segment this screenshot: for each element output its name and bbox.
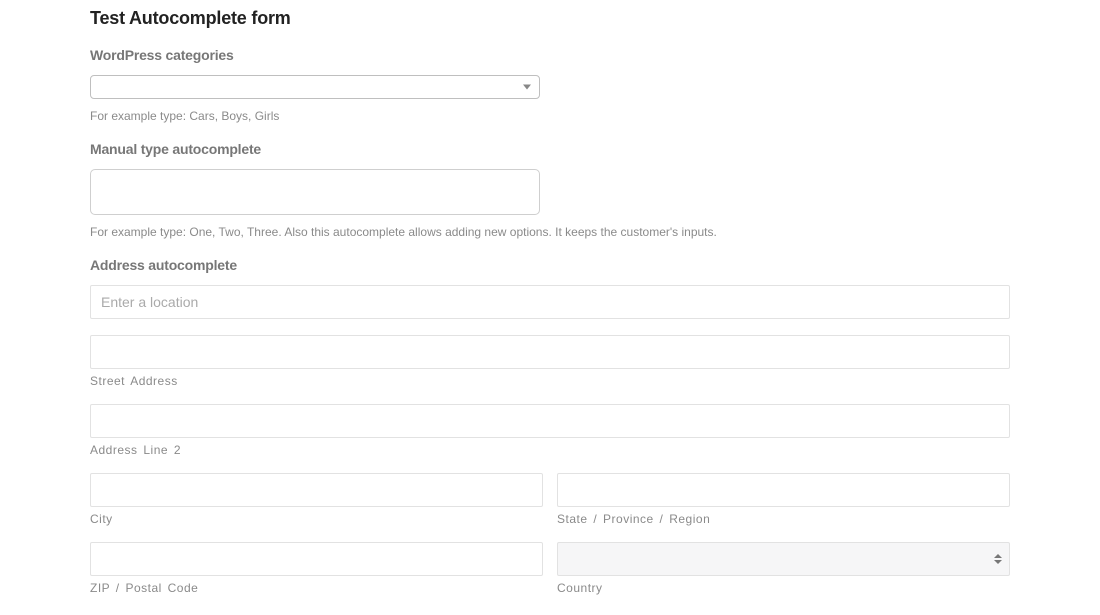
address-line2-input[interactable] (90, 404, 1010, 438)
wp-categories-help: For example type: Cars, Boys, Girls (90, 109, 1010, 123)
zip-label: ZIP / Postal Code (90, 581, 543, 595)
zip-input[interactable] (90, 542, 543, 576)
city-input[interactable] (90, 473, 543, 507)
manual-autocomplete-label: Manual type autocomplete (90, 141, 1010, 157)
chevron-down-icon (523, 85, 531, 90)
manual-autocomplete-input[interactable] (90, 169, 540, 215)
state-input[interactable] (557, 473, 1010, 507)
wp-categories-label: WordPress categories (90, 47, 1010, 63)
location-input[interactable] (90, 285, 1010, 319)
country-label: Country (557, 581, 1010, 595)
address-autocomplete-label: Address autocomplete (90, 257, 1010, 273)
city-label: City (90, 512, 543, 526)
country-select[interactable] (557, 542, 1010, 576)
street-address-input[interactable] (90, 335, 1010, 369)
manual-autocomplete-help: For example type: One, Two, Three. Also … (90, 225, 1010, 239)
address-line2-label: Address Line 2 (90, 443, 1010, 457)
state-label: State / Province / Region (557, 512, 1010, 526)
form-title: Test Autocomplete form (90, 8, 1010, 29)
street-address-label: Street Address (90, 374, 1010, 388)
wp-categories-combobox[interactable] (90, 75, 540, 99)
